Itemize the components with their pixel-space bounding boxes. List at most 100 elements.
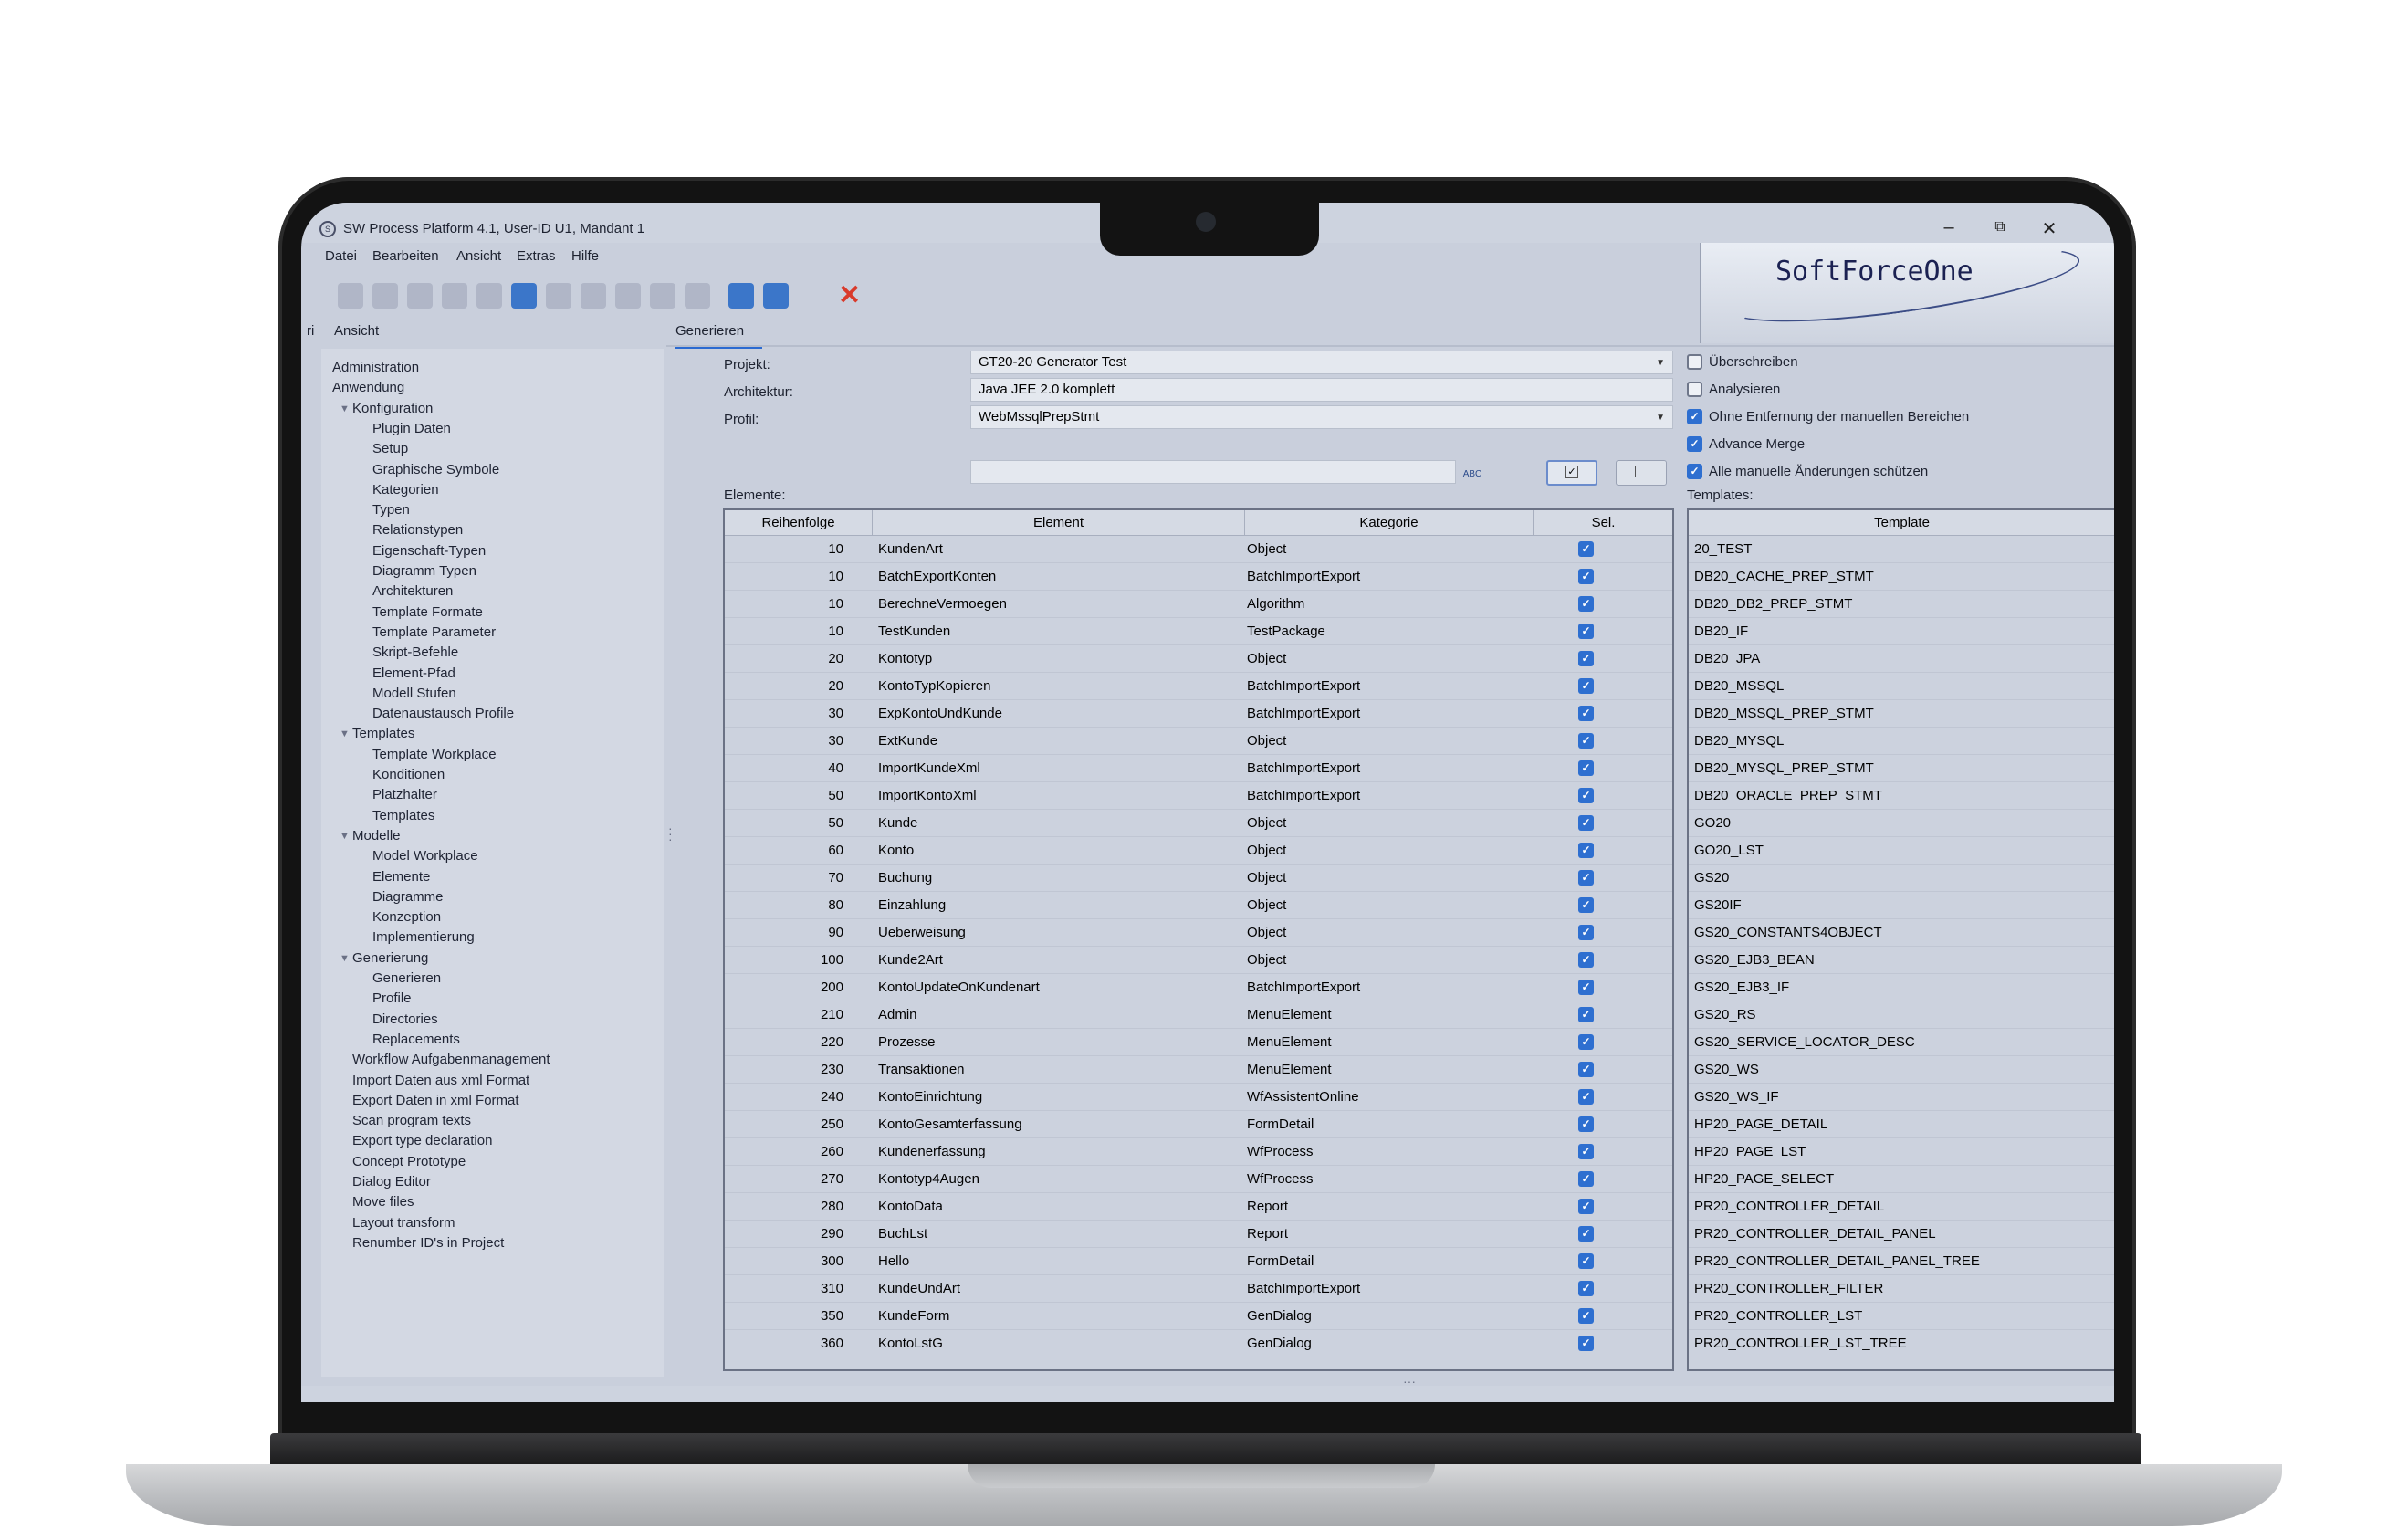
option-checkbox[interactable] bbox=[1687, 382, 1702, 397]
sel-checkbox[interactable]: ✓ bbox=[1578, 870, 1594, 886]
menu-ansicht[interactable]: Ansicht bbox=[456, 248, 501, 264]
table-row[interactable]: 10 KundenArt Object ✓ bbox=[725, 536, 1672, 563]
table-row[interactable]: 250 KontoGesamterfassung FormDetail ✓ bbox=[725, 1111, 1672, 1138]
template-row[interactable]: HP20_PAGE_SELECT bbox=[1689, 1166, 2114, 1193]
edit-icon[interactable] bbox=[407, 283, 433, 309]
header-kategorie[interactable]: Kategorie bbox=[1245, 510, 1534, 536]
tree-item[interactable]: Generieren bbox=[372, 970, 441, 986]
table-row[interactable]: 50 ImportKontoXml BatchImportExport ✓ bbox=[725, 782, 1672, 810]
tree-item[interactable]: Workflow Aufgabenmanagement bbox=[352, 1052, 550, 1067]
template-row[interactable]: DB20_MSSQL bbox=[1689, 673, 2114, 700]
option-checkbox[interactable] bbox=[1687, 354, 1702, 370]
table-row[interactable]: 200 KontoUpdateOnKundenart BatchImportExpo… bbox=[725, 974, 1672, 1001]
tab-ansicht[interactable]: Ansicht bbox=[334, 323, 379, 339]
sel-checkbox[interactable]: ✓ bbox=[1578, 980, 1594, 995]
template-row[interactable]: HP20_PAGE_DETAIL bbox=[1689, 1111, 2114, 1138]
header-sel[interactable]: Sel. bbox=[1534, 510, 1672, 536]
table-row[interactable]: 80 Einzahlung Object ✓ bbox=[725, 892, 1672, 919]
sel-checkbox[interactable]: ✓ bbox=[1578, 1034, 1594, 1050]
template-row[interactable]: GS20_WS bbox=[1689, 1056, 2114, 1084]
menu-bearbeiten[interactable]: Bearbeiten bbox=[372, 248, 439, 264]
architektur-field[interactable]: Java JEE 2.0 komplett bbox=[970, 378, 1673, 402]
tree-item[interactable]: Plugin Daten bbox=[372, 421, 451, 436]
minimize-button[interactable]: – bbox=[1935, 217, 1963, 238]
sel-checkbox[interactable]: ✓ bbox=[1578, 952, 1594, 968]
chevron-down-icon[interactable]: ▼ bbox=[340, 831, 350, 842]
refresh-icon[interactable] bbox=[511, 283, 537, 309]
tree-item[interactable]: Kategorien bbox=[372, 482, 439, 498]
template-row[interactable]: PR20_CONTROLLER_LST bbox=[1689, 1303, 2114, 1330]
table-row[interactable]: 280 KontoData Report ✓ bbox=[725, 1193, 1672, 1221]
copy-icon[interactable] bbox=[442, 283, 467, 309]
tree-item[interactable]: Setup bbox=[372, 441, 408, 456]
template-row[interactable]: GO20 bbox=[1689, 810, 2114, 837]
tree-item[interactable]: Administration bbox=[332, 360, 419, 375]
tree-item[interactable]: Eigenschaft-Typen bbox=[372, 543, 486, 559]
sel-checkbox[interactable]: ✓ bbox=[1578, 678, 1594, 694]
sel-checkbox[interactable]: ✓ bbox=[1578, 733, 1594, 749]
profil-select[interactable]: WebMssqlPrepStmt ▼ bbox=[970, 405, 1673, 429]
header-element[interactable]: Element bbox=[873, 510, 1245, 536]
tree-item[interactable]: Template Parameter bbox=[372, 624, 496, 640]
sel-checkbox[interactable]: ✓ bbox=[1578, 1281, 1594, 1296]
menu-hilfe[interactable]: Hilfe bbox=[571, 248, 599, 264]
sel-checkbox[interactable]: ✓ bbox=[1578, 1144, 1594, 1159]
template-row[interactable]: GS20_CONSTANTS4OBJECT bbox=[1689, 919, 2114, 947]
sel-checkbox[interactable]: ✓ bbox=[1578, 1253, 1594, 1269]
table-row[interactable]: 30 ExtKunde Object ✓ bbox=[725, 728, 1672, 755]
maximize-button[interactable]: ⧉ bbox=[1986, 219, 2014, 236]
new-document-icon[interactable] bbox=[372, 283, 398, 309]
table-row[interactable]: 20 Kontotyp Object ✓ bbox=[725, 645, 1672, 673]
template-row[interactable]: 20_TEST bbox=[1689, 536, 2114, 563]
tree-item[interactable]: Typen bbox=[372, 502, 410, 518]
template-row[interactable]: GS20_WS_IF bbox=[1689, 1084, 2114, 1111]
template-row[interactable]: GS20_EJB3_IF bbox=[1689, 974, 2114, 1001]
template-row[interactable]: PR20_CONTROLLER_FILTER bbox=[1689, 1275, 2114, 1303]
tree-item[interactable]: Dialog Editor bbox=[352, 1174, 431, 1189]
tree-item[interactable]: Konditionen bbox=[372, 767, 445, 782]
table-row[interactable]: 270 Kontotyp4Augen WfProcess ✓ bbox=[725, 1166, 1672, 1193]
tree-item[interactable]: Modell Stufen bbox=[372, 686, 456, 701]
tree-item[interactable]: Template Formate bbox=[372, 604, 483, 620]
template-row[interactable]: DB20_IF bbox=[1689, 618, 2114, 645]
tree-item[interactable]: Skript-Befehle bbox=[372, 644, 458, 660]
sel-checkbox[interactable]: ✓ bbox=[1578, 1171, 1594, 1187]
tree-item[interactable]: Anwendung bbox=[332, 380, 404, 395]
template-row[interactable]: GS20_RS bbox=[1689, 1001, 2114, 1029]
splitter-handle[interactable]: · · · bbox=[668, 822, 673, 845]
template-row[interactable]: GO20_LST bbox=[1689, 837, 2114, 865]
tree-item[interactable]: Architekturen bbox=[372, 583, 453, 599]
header-reihenfolge[interactable]: Reihenfolge bbox=[725, 510, 873, 536]
tree-item[interactable]: Modelle bbox=[352, 828, 401, 844]
sel-checkbox[interactable]: ✓ bbox=[1578, 1062, 1594, 1077]
template-row[interactable]: GS20_EJB3_BEAN bbox=[1689, 947, 2114, 974]
tree-item[interactable]: Graphische Symbole bbox=[372, 462, 499, 477]
sel-checkbox[interactable]: ✓ bbox=[1578, 651, 1594, 666]
tree-item[interactable]: Export type declaration bbox=[352, 1133, 492, 1148]
select-all-button[interactable]: ✓ bbox=[1546, 460, 1597, 486]
tree-item[interactable]: Concept Prototype bbox=[352, 1154, 466, 1169]
table-row[interactable]: 50 Kunde Object ✓ bbox=[725, 810, 1672, 837]
tree-item[interactable]: Move files bbox=[352, 1194, 414, 1210]
table-row[interactable]: 20 KontoTypKopieren BatchImportExport ✓ bbox=[725, 673, 1672, 700]
table-row[interactable]: 360 KontoLstG GenDialog ✓ bbox=[725, 1330, 1672, 1357]
tree-item[interactable]: Templates bbox=[352, 726, 414, 741]
tree-item[interactable]: Layout transform bbox=[352, 1215, 455, 1231]
tree-item[interactable]: Implementierung bbox=[372, 929, 475, 945]
tree-item[interactable]: Diagramme bbox=[372, 889, 444, 905]
sel-checkbox[interactable]: ✓ bbox=[1578, 1116, 1594, 1132]
projekt-select[interactable]: GT20-20 Generator Test ▼ bbox=[970, 351, 1673, 374]
sel-checkbox[interactable]: ✓ bbox=[1578, 1007, 1594, 1022]
sel-checkbox[interactable]: ✓ bbox=[1578, 843, 1594, 858]
settings-gears-icon[interactable] bbox=[763, 283, 789, 309]
sel-checkbox[interactable]: ✓ bbox=[1578, 897, 1594, 913]
tree-item[interactable]: Konzeption bbox=[372, 909, 441, 925]
folder-icon[interactable] bbox=[546, 283, 571, 309]
table-row[interactable]: 310 KundeUndArt BatchImportExport ✓ bbox=[725, 1275, 1672, 1303]
option-checkbox[interactable]: ✓ bbox=[1687, 436, 1702, 452]
chevron-down-icon[interactable]: ▼ bbox=[340, 403, 350, 414]
sel-checkbox[interactable]: ✓ bbox=[1578, 1199, 1594, 1214]
sel-checkbox[interactable]: ✓ bbox=[1578, 624, 1594, 639]
template-row[interactable]: PR20_CONTROLLER_DETAIL bbox=[1689, 1193, 2114, 1221]
table-row[interactable]: 300 Hello FormDetail ✓ bbox=[725, 1248, 1672, 1275]
